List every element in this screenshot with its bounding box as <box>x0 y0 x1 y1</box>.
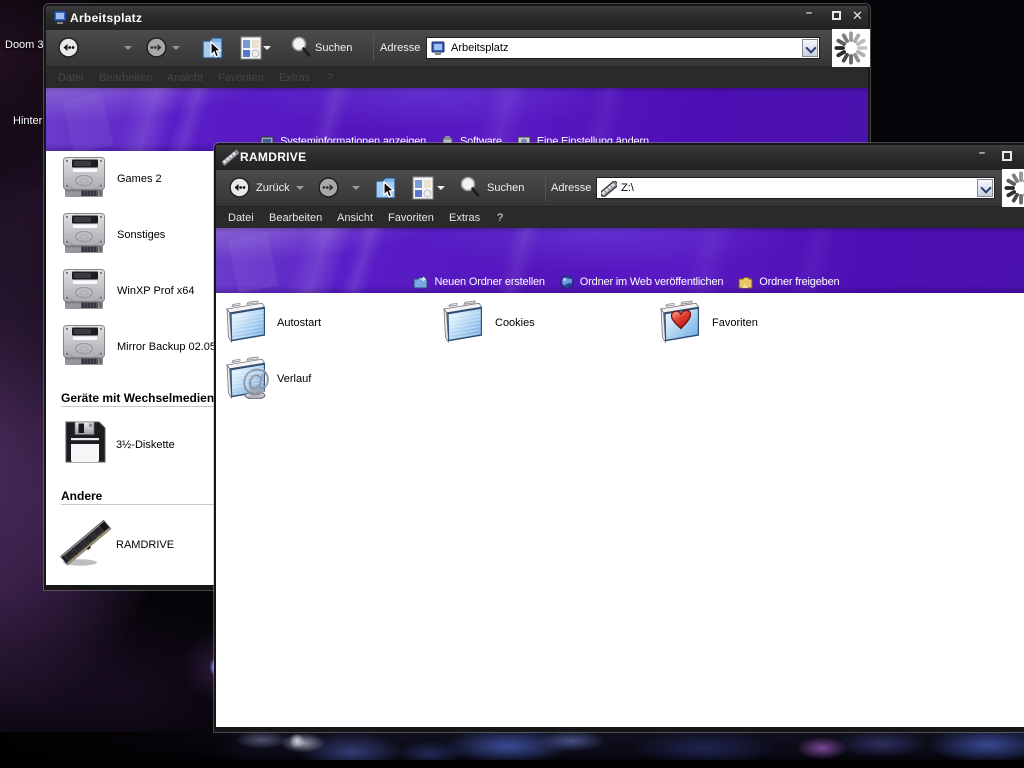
svg-text:@: @ <box>242 363 269 396</box>
